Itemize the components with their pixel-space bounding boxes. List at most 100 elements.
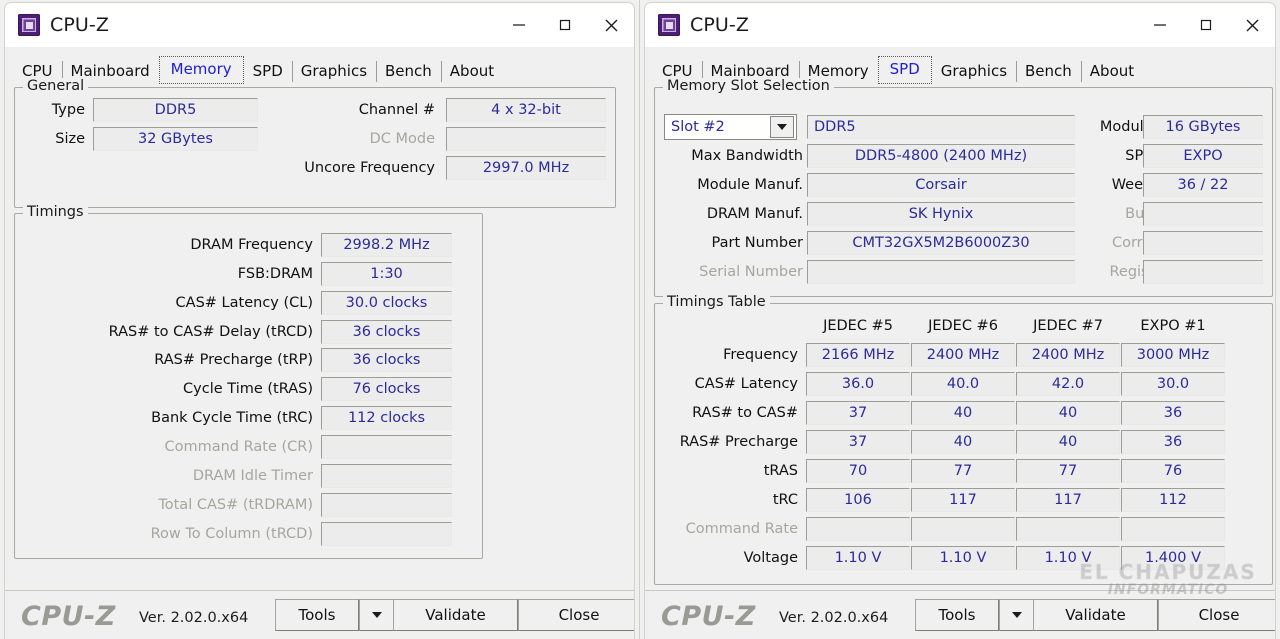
timings-table-cell: 36.0 [806,372,910,396]
footer-right: CPU-Z Ver. 2.02.0.x64 Tools Validate Clo… [645,590,1275,639]
close-button[interactable]: Close [1158,599,1275,631]
chevron-down-icon[interactable] [770,116,794,138]
validate-button[interactable]: Validate [1033,599,1158,631]
general-uncore-value: 2997.0 MHz [446,156,606,180]
tab-memory[interactable]: Memory [158,56,244,84]
maximize-icon[interactable] [1183,3,1229,47]
slot-select[interactable]: Slot #2 [664,114,797,140]
tools-dropdown-button[interactable] [359,599,395,631]
timings-row-label: CAS# Latency (CL) [175,295,313,311]
timings-row-value: 2998.2 MHz [321,233,452,257]
maximize-icon[interactable] [542,3,588,47]
timings-table-cell: 1.10 V [806,546,910,570]
tab-bench[interactable]: Bench [1016,59,1081,84]
tab-graphics[interactable]: Graphics [932,59,1016,84]
timings-table-cell: 40 [1016,401,1120,425]
timings-row-value [321,435,452,459]
timings-table-group: Timings Table JEDEC #5 JEDEC #6 JEDEC #7… [654,294,1273,585]
part-number-value: CMT32GX5M2B6000Z30 [807,231,1075,255]
timings-table-cell: 36 [1121,401,1225,425]
minimize-icon[interactable] [496,3,542,47]
titlebar-right: CPU-Z [645,3,1275,48]
cpuz-chip-icon [658,14,680,36]
timings-table-cell: 106 [806,488,910,512]
timings-table-cell: 77 [1016,459,1120,483]
general-channel-value: 4 x 32-bit [446,98,606,122]
timings-table-cell [806,517,910,541]
titlebar-left: CPU-Z [5,3,634,48]
cpuz-window-memory: CPU-Z CPU Mainboard Memory SPD Graphics … [0,0,640,639]
timings-row-label: RAS# to CAS# Delay (tRCD) [108,324,313,340]
timings-row-label: Command Rate (CR) [164,439,313,455]
timings-table-cell: 30.0 [1121,372,1225,396]
timings-table-cell: 2400 MHz [911,343,1015,367]
tools-dropdown-button[interactable] [999,599,1035,631]
cpuz-chip-icon [18,14,40,36]
timings-row-value [321,464,452,488]
timings-table-cell: 70 [806,459,910,483]
module-manuf-label: Module Manuf. [697,177,803,193]
tab-spd[interactable]: SPD [877,56,932,84]
general-type-label: Type [51,102,85,118]
version-label: Ver. 2.02.0.x64 [139,610,249,626]
timings-table-cell: 77 [911,459,1015,483]
timings-table-cell: 117 [911,488,1015,512]
timings-table-cell [1121,517,1225,541]
timings-table-cell: 37 [806,401,910,425]
timings-table-cell: 40 [911,401,1015,425]
max-bandwidth-label: Max Bandwidth [691,148,803,164]
tab-graphics[interactable]: Graphics [291,59,376,84]
timings-row-value: 36 clocks [321,348,452,372]
validate-button[interactable]: Validate [393,599,518,631]
module-manuf-value: Corsair [807,173,1075,197]
timings-table-row-label: tRAS [763,463,798,479]
timings-table-cell: 117 [1016,488,1120,512]
buffered-value [1143,202,1263,226]
tab-spd[interactable]: SPD [244,59,292,84]
version-label: Ver. 2.02.0.x64 [779,610,889,626]
timings-table-cell: 1.10 V [911,546,1015,570]
timings-row-label: Row To Column (tRCD) [150,526,313,542]
serial-number-value [807,260,1075,284]
tools-button[interactable]: Tools [275,599,359,631]
tab-about[interactable]: About [440,59,503,84]
close-button[interactable]: Close [518,599,634,631]
registered-value [1143,260,1263,284]
timings-row-label: Cycle Time (tRAS) [183,381,313,397]
dram-manuf-label: DRAM Manuf. [706,206,803,222]
timings-table-column-header: EXPO #1 [1140,318,1206,334]
timings-table-column-header: JEDEC #6 [928,318,998,334]
timings-row-label: RAS# Precharge (tRP) [154,352,313,368]
timings-row-label: DRAM Frequency [190,237,313,253]
minimize-icon[interactable] [1137,3,1183,47]
correction-value [1143,231,1263,255]
tab-about[interactable]: About [1080,59,1143,84]
timings-table-column-header: JEDEC #7 [1033,318,1103,334]
timings-row-value [321,493,452,517]
timings-row-label: DRAM Idle Timer [192,468,313,484]
close-icon[interactable] [1229,3,1275,47]
general-uncore-label: Uncore Frequency [304,160,435,176]
general-group: General Type DDR5 Size 32 GBytes Channel… [14,78,616,208]
timings-table-row-label: RAS# to CAS# [692,405,798,421]
chevron-down-icon [372,612,382,618]
timings-group: Timings DRAM Frequency 2998.2 MHz FSB:DR… [14,204,483,559]
timings-row-value [321,522,452,546]
general-size-label: Size [55,131,85,147]
timings-table-row-label: Command Rate [685,521,798,537]
cpuz-window-spd: CPU-Z CPU Mainboard Memory SPD Graphics … [640,0,1280,639]
timings-table-cell: 40 [911,430,1015,454]
tools-button[interactable]: Tools [915,599,999,631]
tabstrip-left: CPU Mainboard Memory SPD Graphics Bench … [13,54,634,84]
max-bandwidth-value: DDR5-4800 (2400 MHz) [807,144,1075,168]
timings-table-row-label: Frequency [723,347,798,363]
timings-table-cell: 36 [1121,430,1225,454]
tab-bench[interactable]: Bench [376,59,441,84]
serial-number-label: Serial Number [699,264,803,280]
memory-slot-selection-legend: Memory Slot Selection [663,78,834,94]
close-icon[interactable] [588,3,634,47]
general-dcmode-value [446,127,606,151]
timings-table-cell: 40 [1016,430,1120,454]
module-type-value: DDR5 [807,115,1075,139]
cpuz-brand-logo: CPU-Z [661,601,756,632]
